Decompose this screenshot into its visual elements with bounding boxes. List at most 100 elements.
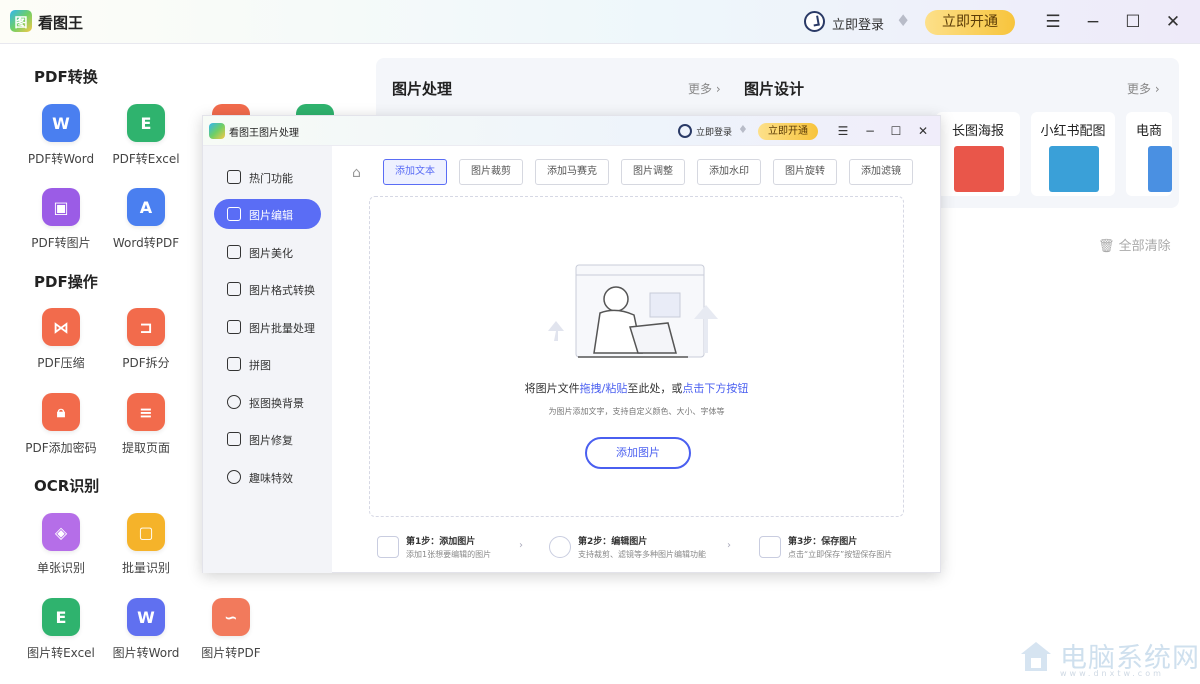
user-login-icon[interactable] — [804, 11, 825, 32]
nav-label: 抠图换背景 — [249, 397, 304, 410]
dialog-title: 看图王图片处理 — [229, 128, 299, 139]
dialog-sidebar: 热门功能 图片编辑 图片美化 图片格式转换 图片批量处理 拼图 抠图换背景 图片… — [203, 146, 332, 573]
pdf-to-image-icon: ▣ — [42, 188, 80, 226]
nav-format-convert[interactable]: 图片格式转换 — [214, 274, 321, 304]
tool-image-to-word[interactable]: W 图片转Word — [101, 598, 191, 661]
design-card-label: 小红书配图 — [1040, 124, 1106, 139]
diamond-icon[interactable]: ♦ — [896, 13, 914, 29]
add-image-icon — [377, 536, 399, 558]
nav-label: 图片格式转换 — [249, 284, 315, 297]
batch-ocr-icon: ▢ — [127, 513, 165, 551]
nav-label: 拼图 — [249, 359, 271, 372]
dialog-login-link[interactable]: 立即登录 — [696, 125, 732, 138]
tool-label: PDF拆分 — [122, 356, 170, 370]
dialog-menu-icon[interactable]: ☰ — [836, 123, 850, 139]
image-processing-more-link[interactable]: 更多 › — [688, 80, 721, 97]
tool-label: 提取页面 — [121, 441, 170, 455]
design-card-long-poster[interactable]: 长图海报 — [936, 112, 1020, 196]
image-design-more-link[interactable]: 更多 › — [1127, 80, 1160, 97]
dialog-vip-button[interactable]: 立即开通 — [758, 123, 818, 140]
tool-batch-ocr[interactable]: ▢ 批量识别 — [101, 513, 191, 576]
login-link[interactable]: 立即登录 — [832, 14, 884, 33]
app-title: 看图王 — [38, 14, 84, 32]
repair-icon — [227, 432, 241, 446]
step-title: 第2步：编辑图片 — [578, 537, 648, 547]
clear-all-label: 全部清除 — [1118, 239, 1171, 254]
pdf-to-word-icon: W — [42, 104, 80, 142]
nav-label: 热门功能 — [249, 172, 293, 185]
dialog-logo-icon — [209, 123, 225, 139]
diamond-icon[interactable]: ♦ — [738, 123, 748, 136]
nav-image-repair[interactable]: 图片修复 — [214, 424, 321, 454]
user-login-icon[interactable] — [678, 124, 692, 138]
tool-pdf-compress[interactable]: ⋈ PDF压缩 — [16, 308, 106, 371]
nav-image-edit[interactable]: 图片编辑 — [214, 199, 321, 229]
clear-all-button[interactable]: 🗑︎ 全部清除 — [1098, 235, 1171, 254]
step-title: 第1步：添加图片 — [406, 537, 476, 547]
add-image-button[interactable]: 添加图片 — [585, 437, 691, 469]
chevron-right-icon: › — [519, 540, 523, 551]
tool-label: 图片转PDF — [201, 646, 261, 660]
watermark-url: www.dnxtw.com — [1060, 669, 1164, 678]
tool-pdf-to-excel[interactable]: E PDF转Excel — [101, 104, 191, 167]
tab-filter[interactable]: 添加滤镜 — [849, 159, 913, 185]
chevron-right-icon: › — [727, 540, 731, 551]
tab-adjust[interactable]: 图片调整 — [621, 159, 685, 185]
section-title-ocr: OCR识别 — [34, 477, 100, 495]
design-card-ecommerce[interactable]: 电商 — [1126, 112, 1172, 196]
nav-label: 图片编辑 — [249, 209, 293, 222]
nav-cutout[interactable]: 抠图换背景 — [214, 387, 321, 417]
pdf-split-icon: ⊐ — [127, 308, 165, 346]
image-drop-zone[interactable]: 将图片文件拖拽/粘贴至此处，或点击下方按钮 为图片添加文字，支持自定义颜色、大小… — [369, 196, 904, 517]
nav-batch-process[interactable]: 图片批量处理 — [214, 312, 321, 342]
tab-add-text[interactable]: 添加文本 — [383, 159, 447, 185]
tool-label: PDF转Excel — [112, 152, 180, 166]
nav-fun-effects[interactable]: 趣味特效 — [214, 462, 321, 492]
step-desc: 添加1张想要编辑的图片 — [406, 550, 492, 559]
watermark-logo-icon — [1021, 642, 1051, 671]
pdf-to-excel-icon: E — [127, 104, 165, 142]
app-logo-icon: 图 — [10, 10, 32, 32]
format-convert-icon — [227, 282, 241, 296]
maximize-button[interactable]: ☐ — [1123, 12, 1143, 32]
design-card-label: 长图海报 — [951, 124, 1004, 139]
extract-pages-icon: ≡ — [127, 393, 165, 431]
tab-rotate[interactable]: 图片旋转 — [773, 159, 837, 185]
tool-pdf-to-image[interactable]: ▣ PDF转图片 — [16, 188, 106, 251]
dialog-close-button[interactable]: ✕ — [916, 123, 930, 139]
word-to-pdf-icon: A — [127, 188, 165, 226]
nav-hot-features[interactable]: 热门功能 — [214, 162, 321, 192]
tool-pdf-to-word[interactable]: W PDF转Word — [16, 104, 106, 167]
dialog-maximize-button[interactable]: ☐ — [889, 123, 903, 139]
tool-label: PDF转Word — [27, 152, 95, 166]
tab-watermark[interactable]: 添加水印 — [697, 159, 761, 185]
cutout-icon — [227, 395, 241, 409]
tool-label: 图片转Excel — [27, 646, 95, 660]
tool-image-to-pdf[interactable]: ∽ 图片转PDF — [186, 598, 276, 661]
nav-image-beautify[interactable]: 图片美化 — [214, 237, 321, 267]
tool-single-ocr[interactable]: ◈ 单张识别 — [16, 513, 106, 576]
tab-mosaic[interactable]: 添加马赛克 — [535, 159, 609, 185]
image-to-pdf-icon: ∽ — [212, 598, 250, 636]
drop-highlight: 拖拽/粘贴 — [579, 382, 628, 395]
close-button[interactable]: ✕ — [1163, 12, 1183, 32]
tool-pdf-password[interactable]: 🔒︎ PDF添加密码 — [16, 393, 106, 456]
menu-icon[interactable]: ☰ — [1043, 12, 1063, 32]
nav-collage[interactable]: 拼图 — [214, 349, 321, 379]
minimize-button[interactable]: − — [1083, 12, 1103, 32]
vip-open-button[interactable]: 立即开通 — [925, 10, 1015, 35]
section-title-pdf-ops: PDF操作 — [34, 273, 98, 291]
batch-icon — [227, 320, 241, 334]
drop-text: 至此处，或 — [627, 382, 683, 395]
home-icon[interactable]: ⌂ — [352, 166, 366, 180]
tool-image-to-excel[interactable]: E 图片转Excel — [16, 598, 106, 661]
lock-icon: 🔒︎ — [42, 393, 80, 431]
flame-icon — [227, 170, 241, 184]
dialog-minimize-button[interactable]: − — [863, 123, 877, 139]
upload-illustration — [548, 264, 718, 358]
tab-crop[interactable]: 图片裁剪 — [459, 159, 523, 185]
tool-pdf-split[interactable]: ⊐ PDF拆分 — [101, 308, 191, 371]
tool-word-to-pdf[interactable]: A Word转PDF — [101, 188, 191, 251]
design-card-xiaohongshu[interactable]: 小红书配图 — [1031, 112, 1115, 196]
tool-extract-pages[interactable]: ≡ 提取页面 — [101, 393, 191, 456]
